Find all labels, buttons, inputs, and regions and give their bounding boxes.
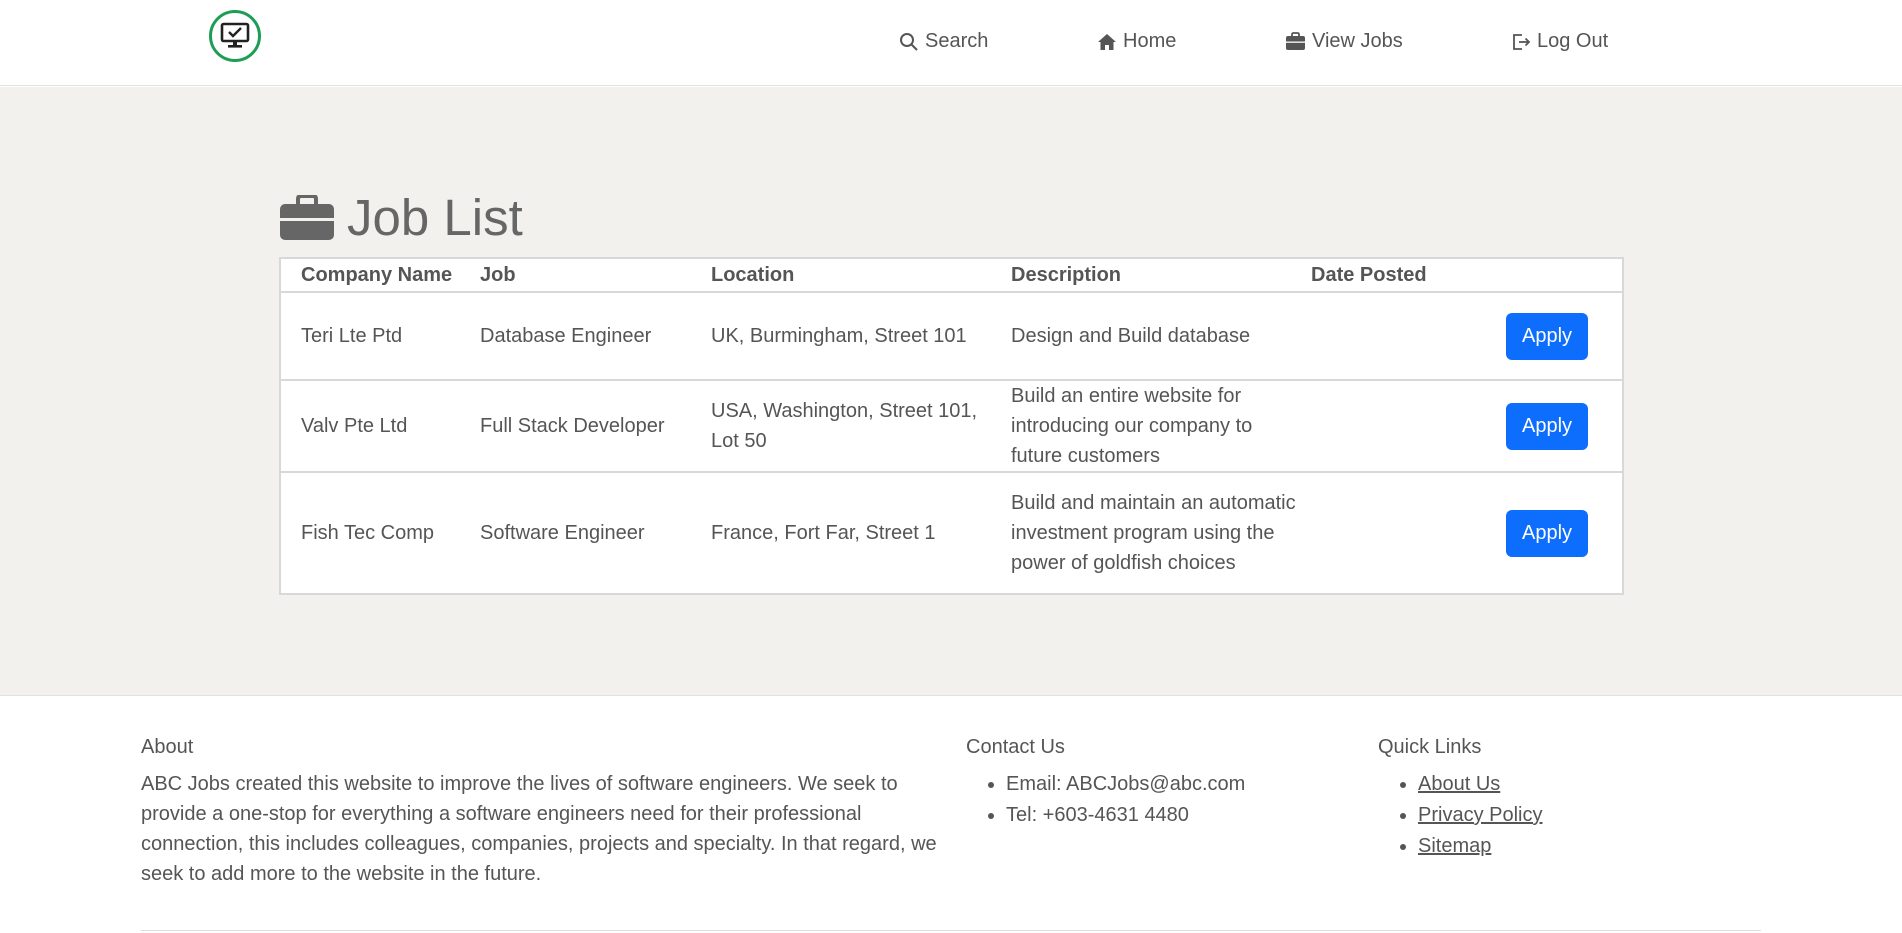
footer-contact-title: Contact Us — [966, 736, 1065, 758]
briefcase-icon — [280, 194, 334, 240]
footer-links-title: Quick Links — [1378, 736, 1482, 758]
table-row: Fish Tec Comp Software Engineer France, … — [281, 471, 1622, 593]
quick-link-item: About Us — [1418, 769, 1542, 800]
footer-about: About ABC Jobs created this website to i… — [141, 736, 951, 889]
search-icon — [900, 32, 918, 51]
company-name: Valv Pte Ltd — [301, 415, 408, 437]
job-location: USA, Washington, Street 101, Lot 50 — [711, 400, 978, 452]
quick-link-item: Sitemap — [1418, 831, 1542, 862]
footer-quick-links: Quick Links About Us Privacy Policy Site… — [1378, 736, 1542, 862]
monitor-check-icon — [220, 22, 250, 48]
column-header-location: Location — [711, 264, 795, 286]
column-header-description: Description — [1011, 264, 1122, 286]
column-header-company: Company Name — [301, 264, 453, 286]
quick-links-list: About Us Privacy Policy Sitemap — [1378, 769, 1542, 862]
job-table: Company Name Job Location Description Da… — [279, 257, 1624, 595]
column-header-job: Job — [480, 264, 516, 286]
apply-button[interactable]: Apply — [1506, 312, 1588, 360]
contact-phone: Tel: +603-4631 4480 — [1006, 800, 1245, 831]
page-title-text: Job List — [347, 189, 523, 246]
home-icon — [1098, 33, 1116, 50]
nav-logout-label: Log Out — [1537, 30, 1609, 52]
main-content: Job List Company Name Job Location Descr… — [0, 87, 1902, 695]
contact-email: Email: ABCJobs@abc.com — [1006, 769, 1245, 800]
table-header-row: Company Name Job Location Description Da… — [281, 259, 1622, 291]
nav-home[interactable]: Home — [1097, 30, 1176, 53]
action-cell: Apply — [1472, 312, 1622, 360]
table-row: Valv Pte Ltd Full Stack Developer USA, W… — [281, 379, 1622, 471]
job-title: Full Stack Developer — [480, 415, 665, 437]
apply-button[interactable]: Apply — [1506, 509, 1588, 557]
action-cell: Apply — [1472, 402, 1622, 450]
footer-about-text: ABC Jobs created this website to improve… — [141, 773, 937, 885]
company-name: Teri Lte Ptd — [301, 325, 403, 347]
job-location: UK, Burmingham, Street 101 — [711, 325, 967, 347]
navbar: Search Home View Jobs Log Out — [0, 0, 1902, 86]
footer-contact: Contact Us Email: ABCJobs@abc.com Tel: +… — [966, 736, 1245, 831]
job-title: Software Engineer — [480, 522, 645, 544]
nav-logout[interactable]: Log Out — [1511, 30, 1608, 53]
footer-divider — [141, 930, 1761, 931]
nav-home-label: Home — [1123, 30, 1177, 52]
table-row: Teri Lte Ptd Database Engineer UK, Burmi… — [281, 291, 1622, 379]
privacy-policy-link[interactable]: Privacy Policy — [1418, 804, 1542, 826]
logout-icon — [1513, 33, 1531, 50]
sitemap-link[interactable]: Sitemap — [1418, 835, 1491, 857]
action-cell: Apply — [1472, 509, 1622, 557]
column-header-date-posted: Date Posted — [1311, 264, 1427, 286]
job-location: France, Fort Far, Street 1 — [711, 522, 936, 544]
job-title: Database Engineer — [480, 325, 652, 347]
logo[interactable] — [209, 10, 261, 62]
nav-view-jobs[interactable]: View Jobs — [1285, 30, 1403, 53]
footer-about-title: About — [141, 736, 194, 758]
nav-search[interactable]: Search — [899, 30, 988, 53]
quick-link-item: Privacy Policy — [1418, 800, 1542, 831]
briefcase-icon — [1286, 32, 1305, 50]
footer: About ABC Jobs created this website to i… — [0, 695, 1902, 933]
about-us-link[interactable]: About Us — [1418, 773, 1500, 795]
job-description: Build and maintain an automatic investme… — [1011, 492, 1296, 574]
nav-search-label: Search — [925, 30, 989, 52]
company-name: Fish Tec Comp — [301, 522, 435, 544]
job-description: Build an entire website for introducing … — [1011, 385, 1253, 467]
apply-button[interactable]: Apply — [1506, 402, 1588, 450]
page-title: Job List — [279, 188, 523, 247]
nav-view-jobs-label: View Jobs — [1312, 30, 1403, 52]
job-description: Design and Build database — [1011, 325, 1251, 347]
contact-list: Email: ABCJobs@abc.com Tel: +603-4631 44… — [966, 769, 1245, 831]
